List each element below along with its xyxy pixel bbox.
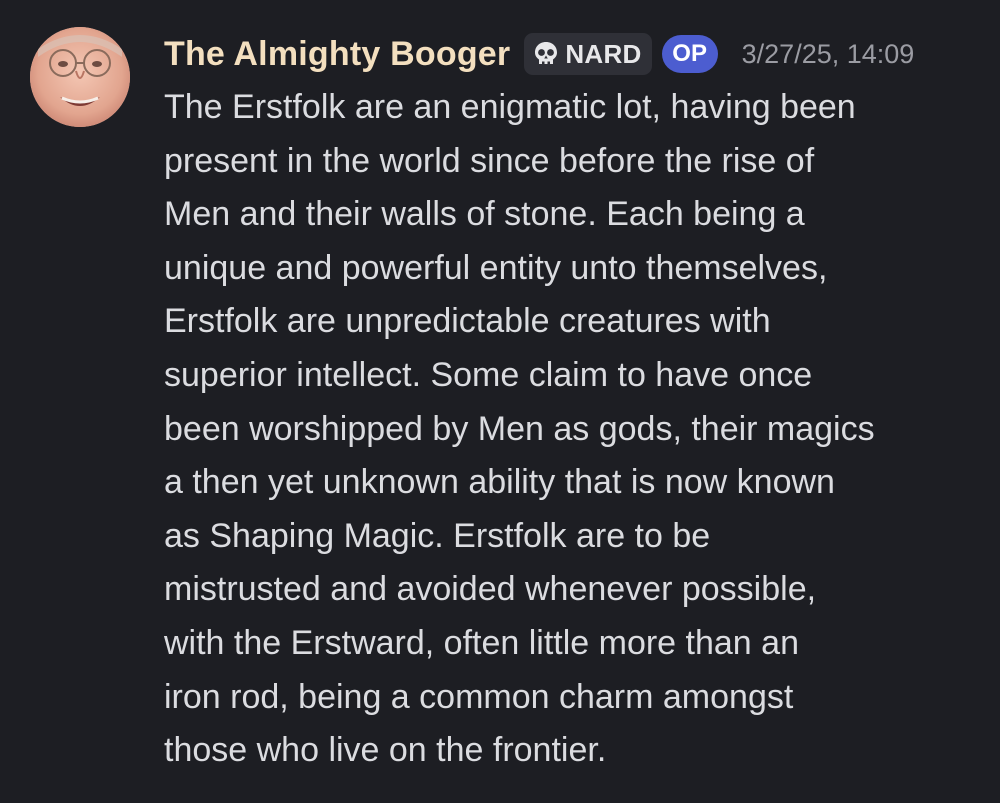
server-tag[interactable]: NARD: [524, 33, 652, 75]
message-header: The Almighty Booger NARD OP 3/27/25, 14:…: [164, 30, 914, 78]
avatar-face-icon: [30, 27, 130, 127]
username[interactable]: The Almighty Booger: [164, 35, 510, 74]
server-tag-label: NARD: [565, 38, 642, 69]
message-content: The Erstfolk are an enigmatic lot, havin…: [164, 88, 875, 770]
timestamp[interactable]: 3/27/25, 14:09: [742, 39, 915, 70]
skull-icon: [535, 42, 558, 64]
avatar[interactable]: [30, 27, 130, 127]
chat-message: The Almighty Booger NARD OP 3/27/25, 14:…: [0, 0, 1000, 803]
op-badge-label: OP: [672, 40, 707, 67]
op-badge: OP: [661, 35, 718, 73]
